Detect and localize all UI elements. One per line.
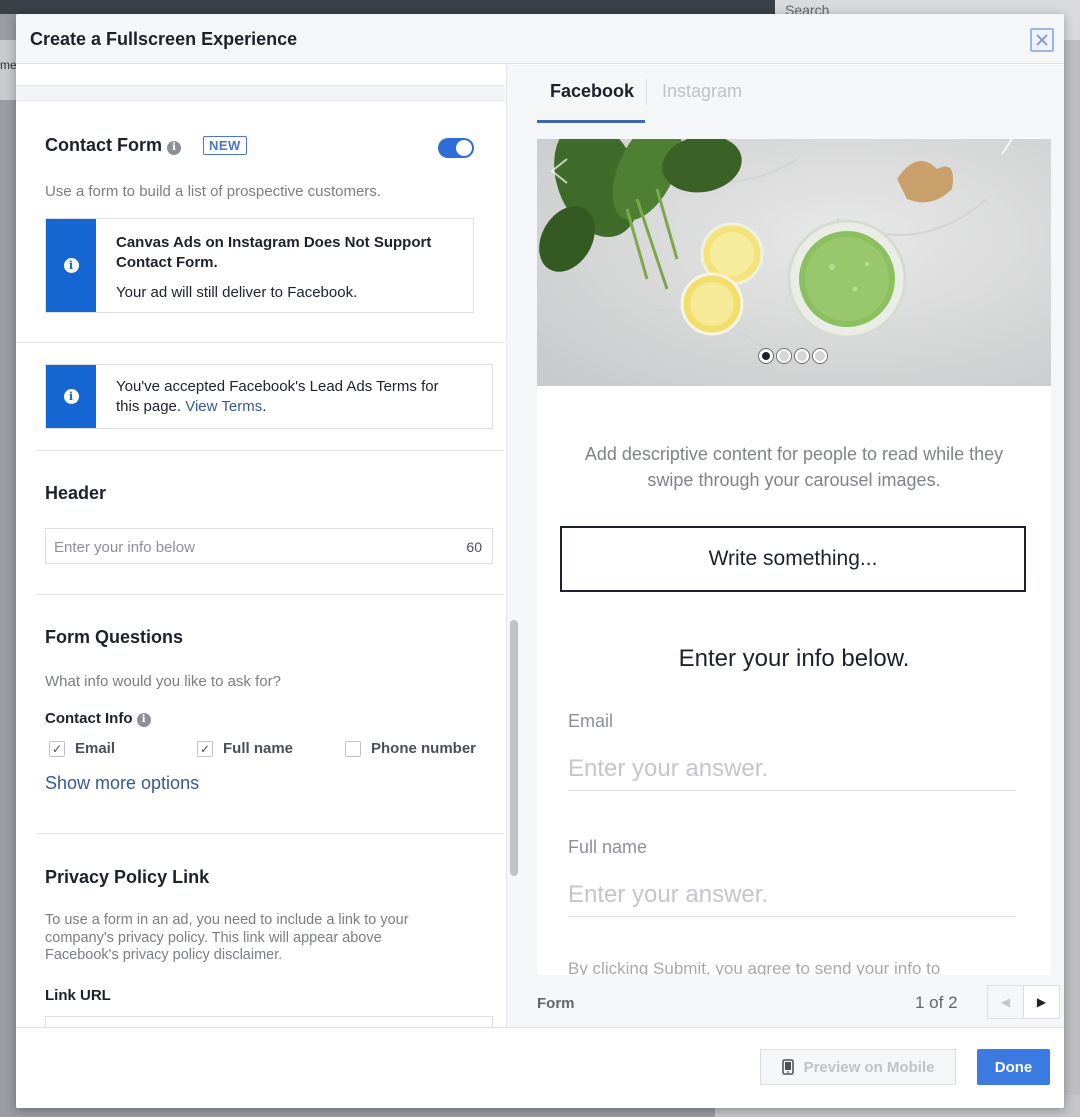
- ad-preview-card: Add descriptive content for people to re…: [537, 139, 1051, 975]
- preview-email-input[interactable]: Enter your answer.: [568, 751, 1016, 791]
- active-tab-indicator: [537, 120, 645, 123]
- privacy-policy-title: Privacy Policy Link: [45, 867, 210, 887]
- phone-number-checkbox[interactable]: [345, 740, 361, 757]
- terms-line-1: You've accepted Facebook's Lead Ads Term…: [116, 378, 439, 395]
- settings-scrollbar[interactable]: [506, 65, 522, 1027]
- carousel-image[interactable]: [537, 139, 1051, 386]
- modal-footer: Preview on Mobile Done: [16, 1027, 1064, 1108]
- lead-ads-terms-notice: i You've accepted Facebook's Lead Ads Te…: [45, 364, 493, 429]
- previous-page-button[interactable]: ◀: [987, 985, 1024, 1019]
- link-url-input[interactable]: [45, 1016, 493, 1027]
- info-icon: i: [63, 389, 79, 404]
- page-indicator: 1 of 2: [915, 993, 958, 1012]
- divider: [36, 833, 504, 834]
- modal-header: Create a Fullscreen Experience: [16, 14, 1064, 64]
- toggle-knob: [456, 140, 472, 156]
- form-questions-description: What info would you like to ask for?: [45, 673, 281, 690]
- contact-info-label: Contact Info i: [45, 710, 151, 727]
- preview-on-mobile-button[interactable]: Preview on Mobile: [760, 1049, 956, 1085]
- terms-line-2: this page. View Terms.: [116, 397, 486, 417]
- preview-form-header: Enter your info below.: [678, 645, 910, 672]
- info-icon[interactable]: i: [136, 713, 151, 727]
- notice-info-bar: i: [46, 365, 96, 428]
- divider: [16, 342, 505, 343]
- scrollbar-thumb[interactable]: [510, 620, 518, 876]
- contact-form-description: Use a form to build a list of prospectiv…: [45, 183, 381, 200]
- email-checkbox-option[interactable]: ✓ Email: [49, 740, 115, 757]
- link-url-label: Link URL: [45, 987, 111, 1004]
- terms-text: You've accepted Facebook's Lead Ads Term…: [116, 377, 486, 417]
- notice-info-bar: i: [46, 219, 96, 312]
- info-icon: i: [63, 258, 79, 273]
- fullscreen-experience-modal: Create a Fullscreen Experience Contact F…: [16, 14, 1064, 1108]
- carousel-dot-2[interactable]: [777, 349, 791, 363]
- notice-title: Canvas Ads on Instagram Does Not Support…: [116, 234, 432, 271]
- new-badge: NEW: [203, 136, 247, 155]
- triangle-right-icon: ▶: [1036, 995, 1047, 1009]
- view-terms-link[interactable]: View Terms: [185, 398, 262, 415]
- tab-separator: [646, 79, 647, 105]
- carousel-dots: [759, 349, 827, 363]
- preview-full-name-label: Full name: [568, 837, 648, 857]
- next-page-button[interactable]: ▶: [1023, 985, 1060, 1019]
- preview-description-line-2: swipe through your carousel images.: [647, 470, 941, 490]
- section-band: [16, 85, 505, 101]
- privacy-line-1: To use a form in an ad, you need to incl…: [45, 912, 409, 928]
- header-input-placeholder: Enter your info below: [54, 539, 195, 556]
- carousel-dot-4[interactable]: [813, 349, 827, 363]
- full-name-option-label: Full name: [223, 740, 294, 757]
- preview-pane: Facebook Instagram Add descriptive conte…: [522, 65, 1064, 1027]
- phone-number-option-label: Phone number: [371, 740, 477, 757]
- contact-form-toggle[interactable]: [438, 138, 474, 158]
- preview-full-name-input[interactable]: Enter your answer.: [568, 877, 1016, 917]
- full-name-checkbox[interactable]: ✓: [197, 740, 213, 757]
- preview-type-label: Form: [537, 995, 575, 1012]
- terms-prefix: this page.: [116, 398, 182, 415]
- triangle-left-icon: ◀: [1000, 995, 1011, 1009]
- form-questions-title: Form Questions: [45, 627, 184, 647]
- preview-button-label: Preview on Mobile: [803, 1058, 935, 1076]
- header-input[interactable]: Enter your info below 60: [45, 528, 493, 564]
- preview-description: Add descriptive content for people to re…: [557, 441, 1031, 493]
- privacy-line-2: company's privacy policy. This link will…: [45, 929, 382, 946]
- phone-number-checkbox-option[interactable]: Phone number: [345, 740, 476, 757]
- notice-text: Canvas Ads on Instagram Does Not Support…: [116, 233, 466, 303]
- carousel-dot-3[interactable]: [795, 349, 809, 363]
- tab-instagram[interactable]: Instagram: [662, 81, 742, 102]
- full-name-checkbox-option[interactable]: ✓ Full name: [197, 740, 293, 757]
- privacy-line-3: Facebook's privacy policy disclaimer.: [45, 947, 283, 963]
- divider: [36, 450, 504, 451]
- privacy-description: To use a form in an ad, you need to incl…: [45, 912, 409, 965]
- background-left-strip: me: [0, 40, 17, 100]
- background-right-strip: [1063, 40, 1080, 1117]
- preview-disclaimer: By clicking Submit, you agree to send yo…: [568, 959, 941, 975]
- header-section-title: Header: [45, 483, 107, 503]
- divider: [36, 594, 504, 595]
- info-icon[interactable]: i: [167, 141, 182, 155]
- carousel-dot-1[interactable]: [759, 349, 773, 363]
- contact-form-title: Contact Form i: [45, 135, 182, 156]
- write-something-box[interactable]: Write something...: [560, 526, 1026, 592]
- preview-description-line-1: Add descriptive content for people to re…: [584, 444, 1004, 464]
- tab-facebook[interactable]: Facebook: [550, 81, 634, 102]
- close-icon: [1036, 34, 1048, 46]
- show-more-options-link[interactable]: Show more options: [45, 773, 199, 794]
- email-option-label: Email: [75, 740, 116, 757]
- preview-email-label: Email: [568, 711, 614, 731]
- mobile-phone-icon: [781, 1059, 794, 1075]
- terms-suffix: .: [262, 398, 267, 415]
- done-button[interactable]: Done: [977, 1049, 1050, 1085]
- instagram-unsupported-notice: i Canvas Ads on Instagram Does Not Suppo…: [45, 218, 474, 313]
- close-button[interactable]: [1030, 28, 1054, 52]
- email-checkbox[interactable]: ✓: [49, 740, 65, 757]
- settings-pane: Contact Form i NEW Use a form to build a…: [16, 65, 505, 1027]
- notice-body: Your ad will still deliver to Facebook.: [116, 284, 358, 301]
- modal-title: Create a Fullscreen Experience: [30, 29, 298, 49]
- header-char-count: 60: [466, 539, 482, 555]
